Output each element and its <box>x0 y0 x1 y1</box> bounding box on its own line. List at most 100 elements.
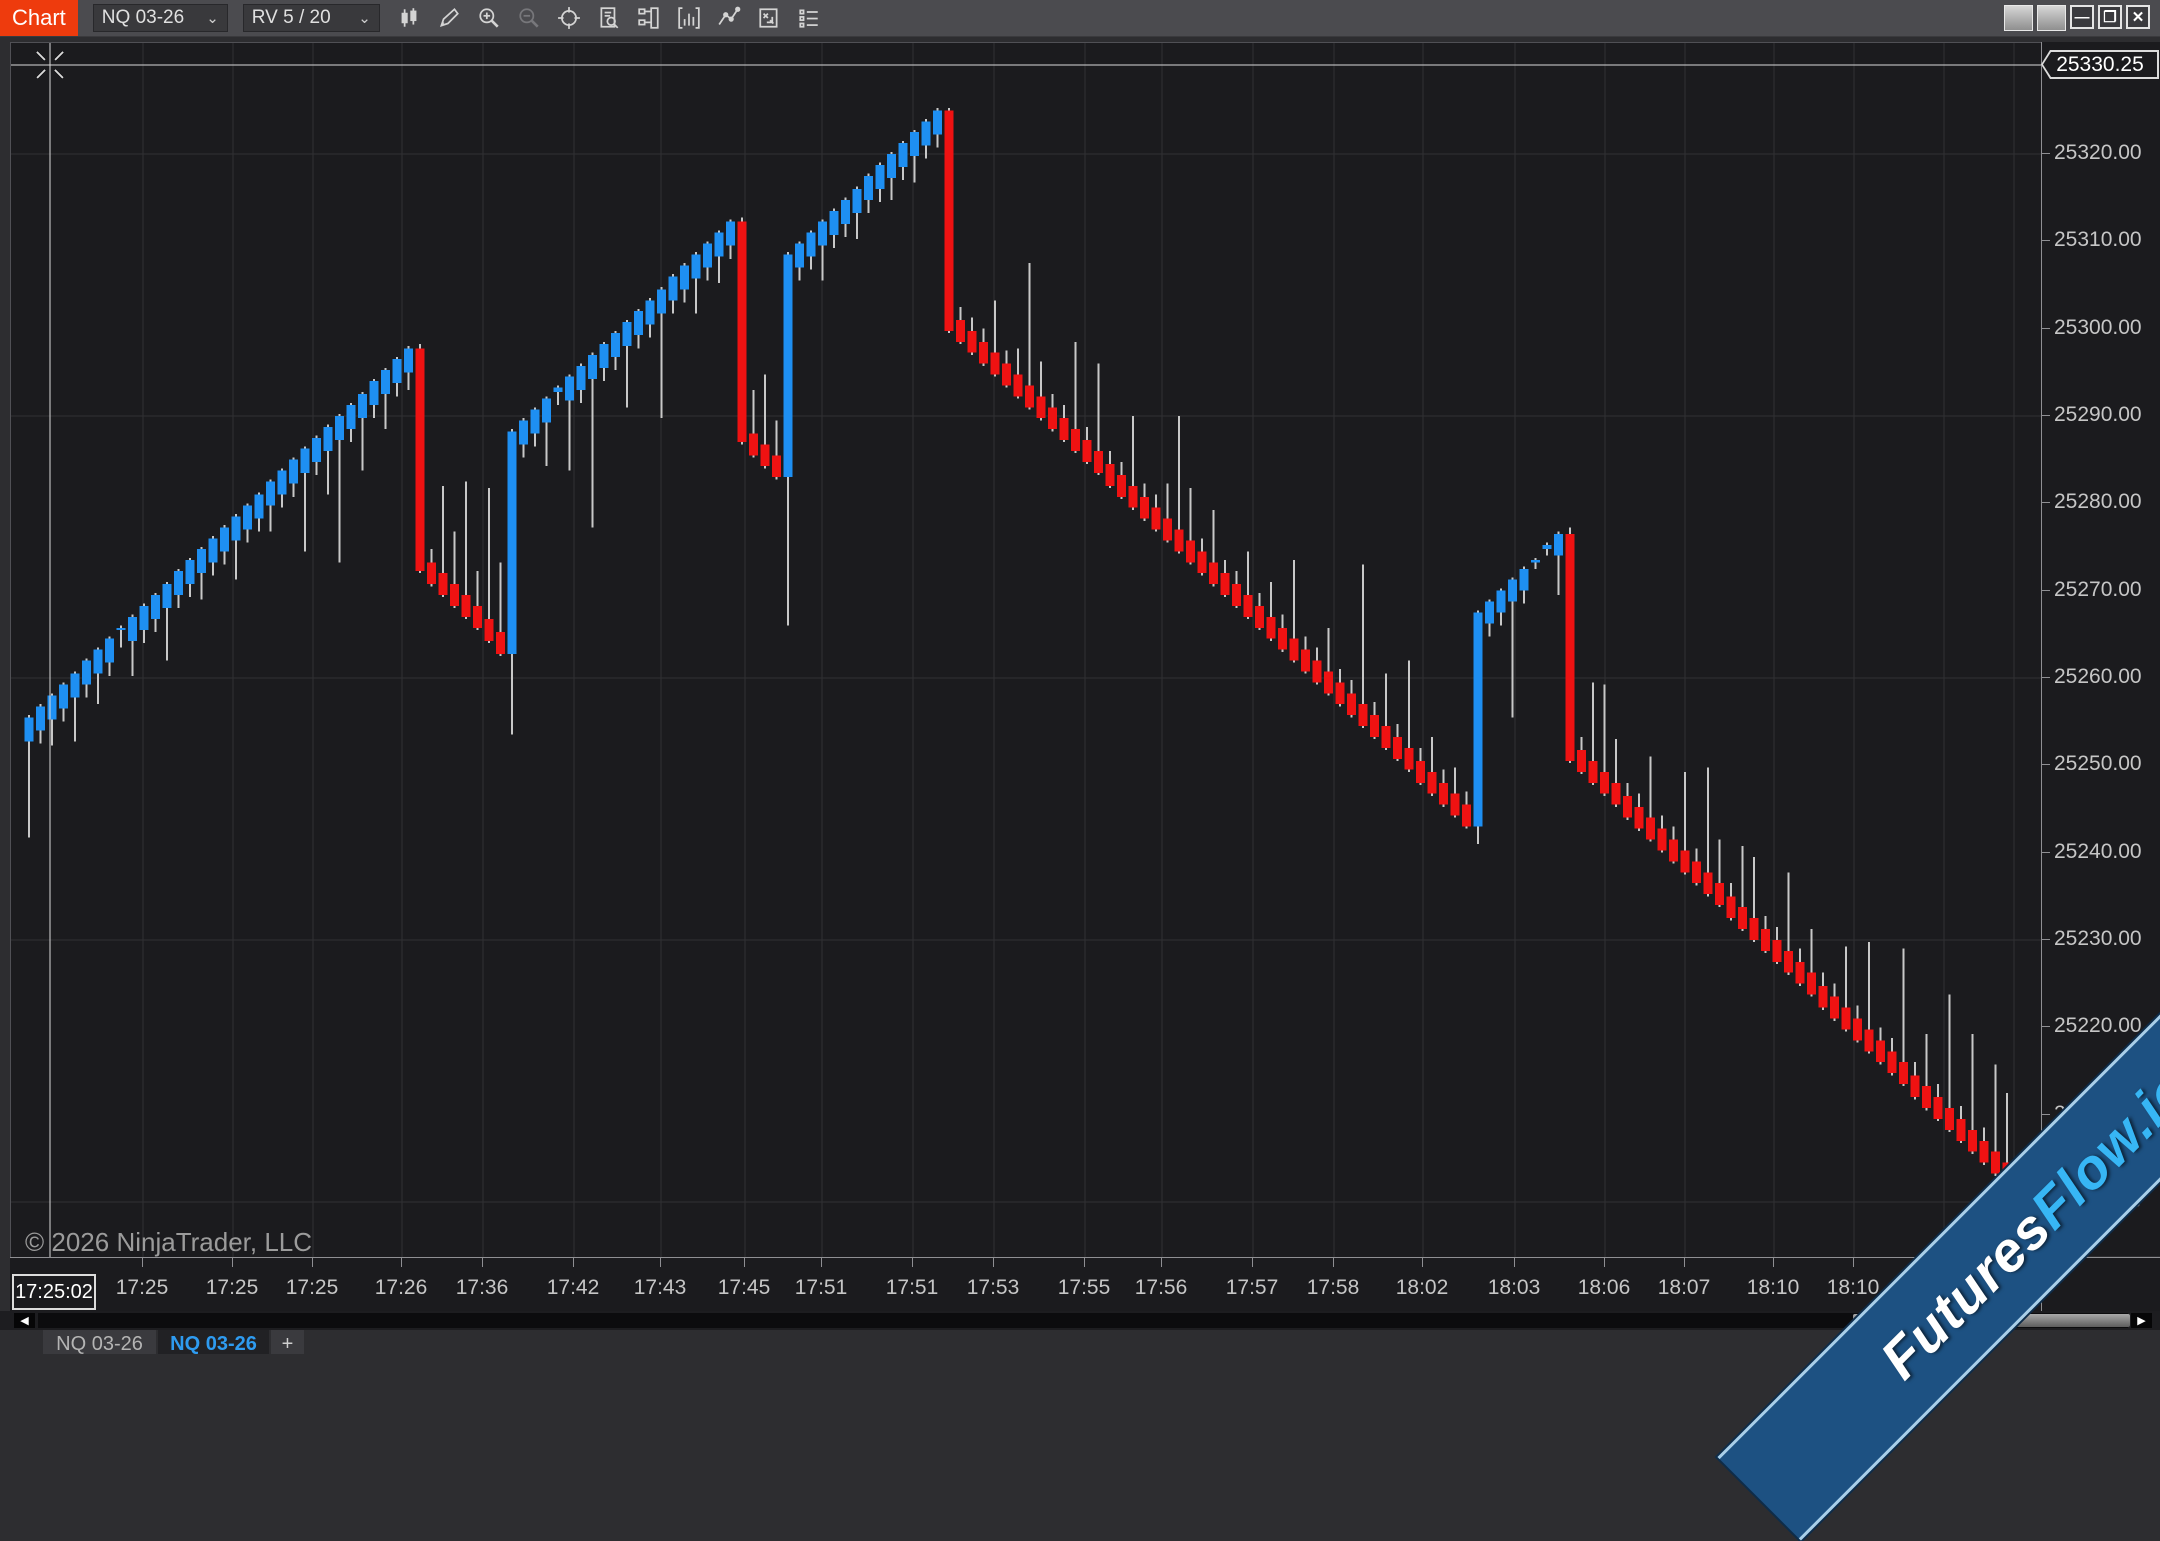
price-tick <box>2042 502 2050 503</box>
candle-body <box>1796 962 1805 984</box>
candle-body <box>1462 805 1471 827</box>
candle-body <box>1531 560 1540 562</box>
candle-body <box>1773 940 1782 962</box>
time-axis-label: 17:43 <box>634 1276 687 1300</box>
candle-body <box>979 342 988 364</box>
candle-body <box>473 606 482 628</box>
candle-body <box>1888 1051 1897 1073</box>
time-tick <box>993 1258 994 1267</box>
candle-body <box>577 366 586 390</box>
interval-link-button[interactable] <box>2037 5 2066 31</box>
close-button[interactable]: ✕ <box>2126 5 2150 29</box>
price-tick <box>2042 939 2050 940</box>
scrollbar-track[interactable] <box>38 1313 2128 1328</box>
instrument-link-button[interactable] <box>2004 5 2033 31</box>
candle-body <box>703 244 712 268</box>
candle-body <box>381 370 390 394</box>
line-tool-icon[interactable] <box>714 3 744 33</box>
candle-body <box>588 355 597 379</box>
scroll-right-button[interactable]: ▶ <box>2131 1313 2152 1328</box>
candle-body <box>1497 591 1506 613</box>
price-tick <box>2042 328 2050 329</box>
price-axis-label: 25250.00 <box>2054 752 2159 776</box>
candle-body <box>1301 650 1310 672</box>
price-tick <box>2042 1114 2050 1115</box>
time-axis[interactable]: 17:2517:2517:2517:2617:3617:4217:4317:45… <box>10 1257 2041 1311</box>
crosshair-price-value: 25330.25 <box>2056 53 2144 77</box>
time-tick <box>401 1258 402 1267</box>
add-tab-button[interactable]: + <box>271 1330 304 1354</box>
candle-body <box>1382 726 1391 748</box>
candle-body <box>634 311 643 335</box>
candle-body <box>1577 750 1586 772</box>
time-tick <box>1161 1258 1162 1267</box>
time-axis-label: 18:10 <box>1747 1276 1800 1300</box>
time-axis-label: 17:25 <box>116 1276 169 1300</box>
candle-body <box>1071 429 1080 451</box>
time-axis-label: 17:57 <box>1226 1276 1279 1300</box>
time-tick <box>744 1258 745 1267</box>
scroll-left-button[interactable]: ◀ <box>14 1313 35 1328</box>
candle-body <box>1094 451 1103 473</box>
candle-body <box>1934 1097 1943 1119</box>
strategies-icon[interactable] <box>754 3 784 33</box>
candle-body <box>1140 497 1149 519</box>
candle-body <box>1761 929 1770 951</box>
time-axis-label: 17:26 <box>375 1276 428 1300</box>
panel-icon[interactable] <box>634 3 664 33</box>
candle-body <box>887 154 896 178</box>
candle-body <box>784 254 793 477</box>
candle-body <box>1658 829 1667 851</box>
candle-body <box>1083 440 1092 462</box>
chart-style-icon[interactable] <box>394 3 424 33</box>
time-tick <box>1514 1258 1515 1267</box>
tab-nq-03-26-active[interactable]: NQ 03-26 <box>158 1330 269 1354</box>
candle-body <box>738 222 747 443</box>
zoom-in-icon[interactable] <box>474 3 504 33</box>
time-tick <box>1853 1258 1854 1267</box>
candle-body <box>1244 595 1253 617</box>
candle-body <box>1945 1108 1954 1130</box>
candle-body <box>680 265 689 289</box>
price-axis-label: 25290.00 <box>2054 403 2159 427</box>
candle-body <box>623 322 632 346</box>
instrument-dropdown[interactable]: NQ 03-26 ⌄ <box>93 4 228 32</box>
candle-body <box>749 433 758 455</box>
tab-nq-03-26[interactable]: NQ 03-26 <box>43 1330 156 1354</box>
properties-icon[interactable] <box>794 3 824 33</box>
candle-body <box>1750 918 1759 940</box>
data-box-icon[interactable] <box>594 3 624 33</box>
chart-menu-button[interactable]: Chart <box>0 0 78 36</box>
minimize-button[interactable]: — <box>2070 5 2094 29</box>
interval-dropdown[interactable]: RV 5 / 20 ⌄ <box>243 4 380 32</box>
price-tick <box>2042 852 2050 853</box>
chevron-down-icon: ⌄ <box>358 9 371 27</box>
interval-dropdown-value: RV 5 / 20 <box>252 7 331 29</box>
candle-body <box>25 717 34 741</box>
candle-body <box>312 438 321 462</box>
restore-button[interactable]: ❐ <box>2098 5 2122 29</box>
candle-body <box>1175 530 1184 552</box>
candle-body <box>600 344 609 368</box>
time-tick <box>1604 1258 1605 1267</box>
candle-body <box>105 639 114 663</box>
candle-body <box>128 617 137 641</box>
candle-body <box>1232 584 1241 606</box>
candle-body <box>1692 861 1701 883</box>
indicators-icon[interactable] <box>674 3 704 33</box>
candle-body <box>657 289 666 313</box>
candle-body <box>71 674 80 698</box>
crosshair-icon[interactable] <box>554 3 584 33</box>
time-tick <box>1684 1258 1685 1267</box>
chart-canvas[interactable] <box>11 43 2041 1257</box>
candle-body <box>1842 1008 1851 1030</box>
time-axis-label: 17:36 <box>456 1276 509 1300</box>
price-tick <box>2042 590 2050 591</box>
toolbar <box>394 3 824 33</box>
price-tick <box>2042 764 2050 765</box>
candle-body <box>1612 783 1621 805</box>
candle-body <box>956 320 965 342</box>
draw-icon[interactable] <box>434 3 464 33</box>
chart-plot-area[interactable]: © 2026 NinjaTrader, LLC <box>10 42 2042 1258</box>
candle-body <box>1474 612 1483 826</box>
